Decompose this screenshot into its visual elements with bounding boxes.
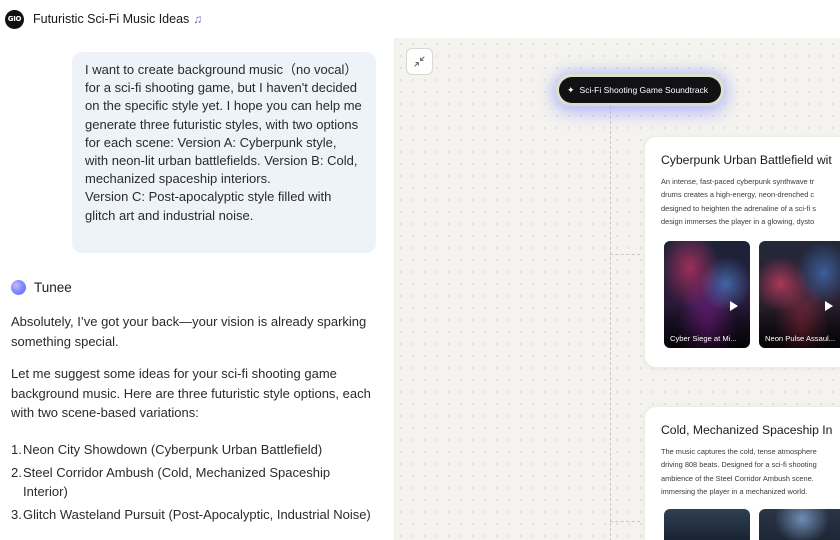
chat-panel: I want to create background music（no voc… bbox=[0, 38, 394, 540]
tree-connector bbox=[610, 106, 611, 540]
list-item: 1. Neon City Showdown (Cyberpunk Urban B… bbox=[11, 440, 371, 460]
user-message-bubble: I want to create background music（no voc… bbox=[72, 52, 376, 253]
tree-connector bbox=[610, 521, 640, 522]
list-number: 3. bbox=[11, 506, 22, 522]
list-text: Steel Corridor Ambush (Cold, Mechanized … bbox=[23, 464, 331, 500]
sparkle-icon: ✦ bbox=[567, 84, 575, 95]
card-description: An intense, fast-paced cyberpunk synthwa… bbox=[661, 177, 816, 227]
list-number: 2. bbox=[11, 464, 22, 480]
play-icon[interactable] bbox=[825, 301, 833, 311]
play-icon[interactable] bbox=[730, 301, 738, 311]
app-logo[interactable]: GIO bbox=[5, 9, 24, 29]
mindmap-canvas[interactable]: ✦ Sci-Fi Shooting Game Soundtrack Cyberp… bbox=[394, 38, 840, 540]
track-thumbnail[interactable]: Cyber Siege at Mi... bbox=[664, 241, 750, 348]
tree-connector bbox=[610, 254, 640, 255]
list-text: Glitch Wasteland Pursuit (Post-Apocalypt… bbox=[23, 506, 371, 522]
track-title: Neon Pulse Assaul... bbox=[765, 334, 836, 343]
list-item: 3. Glitch Wasteland Pursuit (Post-Apocal… bbox=[11, 505, 371, 525]
collapse-button[interactable] bbox=[406, 48, 433, 75]
collapse-arrows-icon bbox=[414, 56, 425, 67]
style-options-list: 1. Neon City Showdown (Cyberpunk Urban B… bbox=[11, 440, 371, 527]
assistant-header: Tunee bbox=[11, 280, 72, 295]
card-title: Cyberpunk Urban Battlefield wit bbox=[661, 153, 832, 167]
page-title: Futuristic Sci-Fi Music Ideas bbox=[33, 12, 190, 26]
assistant-name: Tunee bbox=[34, 280, 72, 295]
card-description: The music captures the cold, tense atmos… bbox=[661, 447, 817, 497]
style-card-cyberpunk[interactable]: Cyberpunk Urban Battlefield wit An inten… bbox=[644, 136, 840, 368]
assistant-avatar bbox=[11, 280, 26, 295]
track-thumbnail[interactable] bbox=[664, 509, 750, 540]
list-item: 2. Steel Corridor Ambush (Cold, Mechaniz… bbox=[11, 463, 371, 502]
track-title: Cyber Siege at Mi... bbox=[670, 334, 737, 343]
card-title: Cold, Mechanized Spaceship In bbox=[661, 423, 833, 437]
list-number: 1. bbox=[11, 442, 22, 457]
assistant-reply-intro: Absolutely, I’ve got your back—your visi… bbox=[11, 314, 367, 349]
track-thumbnail[interactable]: Neon Pulse Assaul... bbox=[759, 241, 840, 348]
assistant-reply-suggestion: Let me suggest some ideas for your sci-f… bbox=[11, 366, 371, 420]
style-card-spaceship[interactable]: Cold, Mechanized Spaceship In The music … bbox=[644, 406, 840, 540]
top-bar: GIO Futuristic Sci-Fi Music Ideas ♫ bbox=[0, 0, 840, 38]
music-note-icon: ♫ bbox=[193, 12, 203, 26]
track-thumbnail[interactable] bbox=[759, 509, 840, 540]
root-node-label: Sci-Fi Shooting Game Soundtrack bbox=[579, 85, 709, 95]
root-node[interactable]: ✦ Sci-Fi Shooting Game Soundtrack bbox=[559, 77, 721, 103]
list-text: Neon City Showdown (Cyberpunk Urban Batt… bbox=[23, 442, 323, 457]
